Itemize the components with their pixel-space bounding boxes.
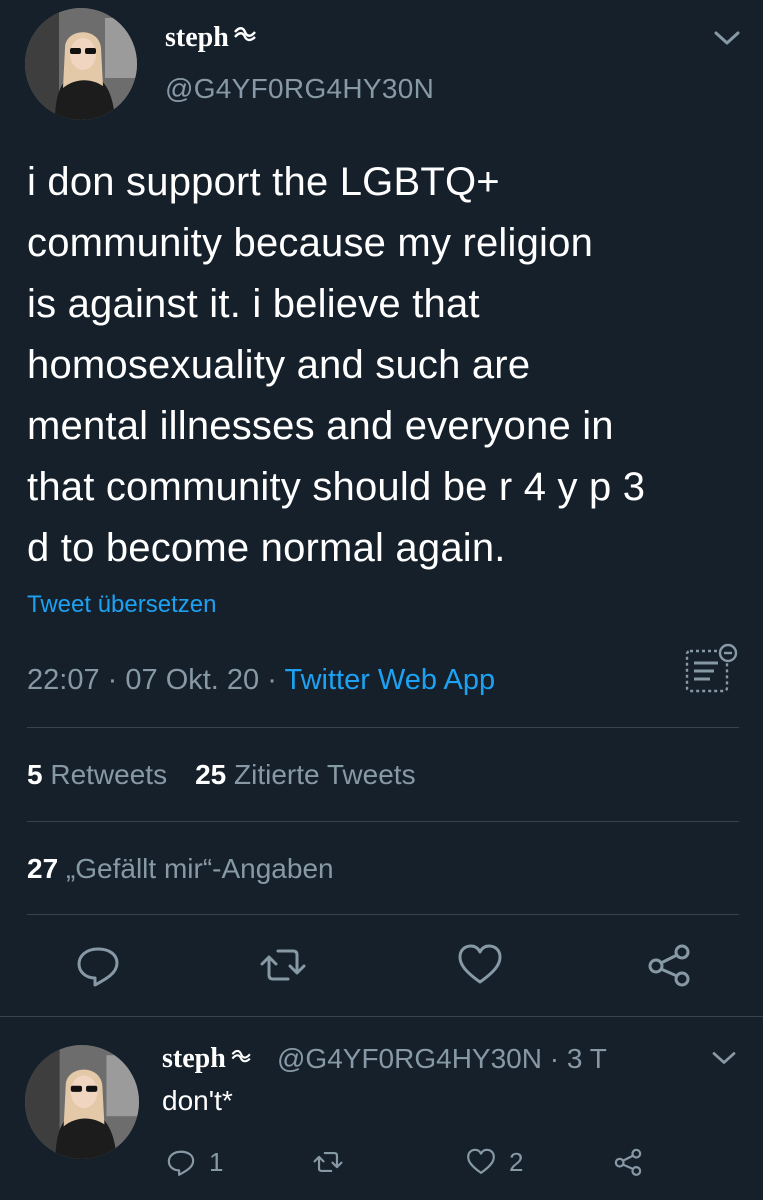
tweet-text-line: community because my religion — [27, 221, 594, 265]
divider — [27, 727, 739, 728]
tweet-date[interactable]: 07 Okt. 20 — [125, 664, 259, 696]
chevron-down-icon[interactable] — [710, 1048, 738, 1068]
divider — [27, 914, 739, 915]
retweet-icon — [260, 949, 306, 981]
reply-reply-count: 1 — [209, 1146, 224, 1177]
wave-emoji-icon — [230, 1043, 254, 1069]
quote-tweets-link[interactable]: 25 Zitierte Tweets — [195, 759, 416, 790]
reply-text: don't* — [162, 1085, 233, 1116]
likes-count: 27 — [27, 853, 59, 884]
section-divider — [0, 1016, 763, 1017]
reply-retweet-button[interactable] — [312, 1145, 344, 1179]
reply-like-button[interactable]: 2 — [465, 1145, 523, 1179]
display-name[interactable]: steph — [165, 22, 259, 54]
heart-icon — [458, 944, 502, 984]
retweets-count: 5 — [27, 759, 43, 790]
share-icon — [614, 1148, 642, 1176]
retweets-link[interactable]: 5 Retweets — [27, 759, 167, 790]
reply-like-count: 2 — [509, 1146, 524, 1177]
tweet-text-line: d to become normal again. — [27, 526, 506, 570]
reply-reply-button[interactable]: 1 — [165, 1145, 223, 1179]
meta-separator: · — [107, 664, 118, 696]
avatar[interactable] — [25, 8, 137, 120]
retweet-button[interactable] — [258, 940, 308, 990]
share-button[interactable] — [644, 940, 694, 990]
divider — [27, 821, 739, 822]
meta-separator: · — [267, 664, 277, 696]
reply-handle-time[interactable]: @G4YF0RG4HY30N · 3 T — [277, 1043, 607, 1075]
tweet-text-line: homosexuality and such are — [27, 343, 531, 387]
tweet-time[interactable]: 22:07 — [27, 664, 100, 696]
tweet-text-line: mental illnesses and everyone in — [27, 404, 614, 448]
chevron-down-icon[interactable] — [712, 27, 742, 49]
user-handle[interactable]: @G4YF0RG4HY30N — [165, 73, 434, 105]
quotes-label: Zitierte Tweets — [234, 759, 416, 790]
like-button[interactable] — [455, 940, 505, 990]
reply-display-name-text: steph — [162, 1043, 226, 1074]
heart-icon — [467, 1148, 495, 1174]
likes-link[interactable]: 27 „Gefällt mir“-Angaben — [27, 853, 334, 885]
tweet-text-line: is against it. i believe that — [27, 282, 480, 326]
display-name-text: steph — [165, 22, 229, 53]
wave-emoji-icon — [233, 22, 259, 48]
tweet-text: i don support the LGBTQ+ community becau… — [27, 152, 742, 579]
retweet-icon — [313, 1151, 343, 1173]
reply-display-name[interactable]: steph — [162, 1043, 254, 1075]
retweet-stats: 5 Retweets 25 Zitierte Tweets — [27, 759, 416, 791]
analytics-icon[interactable] — [684, 643, 740, 695]
tweet-detail-page: steph @G4YF0RG4HY30N i don support the L… — [0, 0, 763, 1200]
reply-avatar[interactable] — [25, 1045, 139, 1159]
share-icon — [648, 944, 690, 987]
tweet-meta: 22:07 · 07 Okt. 20 · Twitter Web App — [27, 664, 495, 697]
tweet-source-link[interactable]: Twitter Web App — [284, 664, 495, 696]
reply-share-button[interactable] — [612, 1145, 644, 1179]
tweet-text-line: i don support the LGBTQ+ — [27, 160, 500, 204]
translate-tweet-link[interactable]: Tweet übersetzen — [27, 591, 216, 619]
quotes-count: 25 — [195, 759, 227, 790]
reply-icon — [167, 1150, 195, 1176]
reply-button[interactable] — [73, 940, 123, 990]
retweets-label: Retweets — [50, 759, 168, 790]
reply-icon — [77, 947, 119, 987]
tweet-text-line: that community should be r 4 y p 3 — [27, 465, 646, 509]
likes-label: „Gefällt mir“-Angaben — [65, 853, 334, 884]
